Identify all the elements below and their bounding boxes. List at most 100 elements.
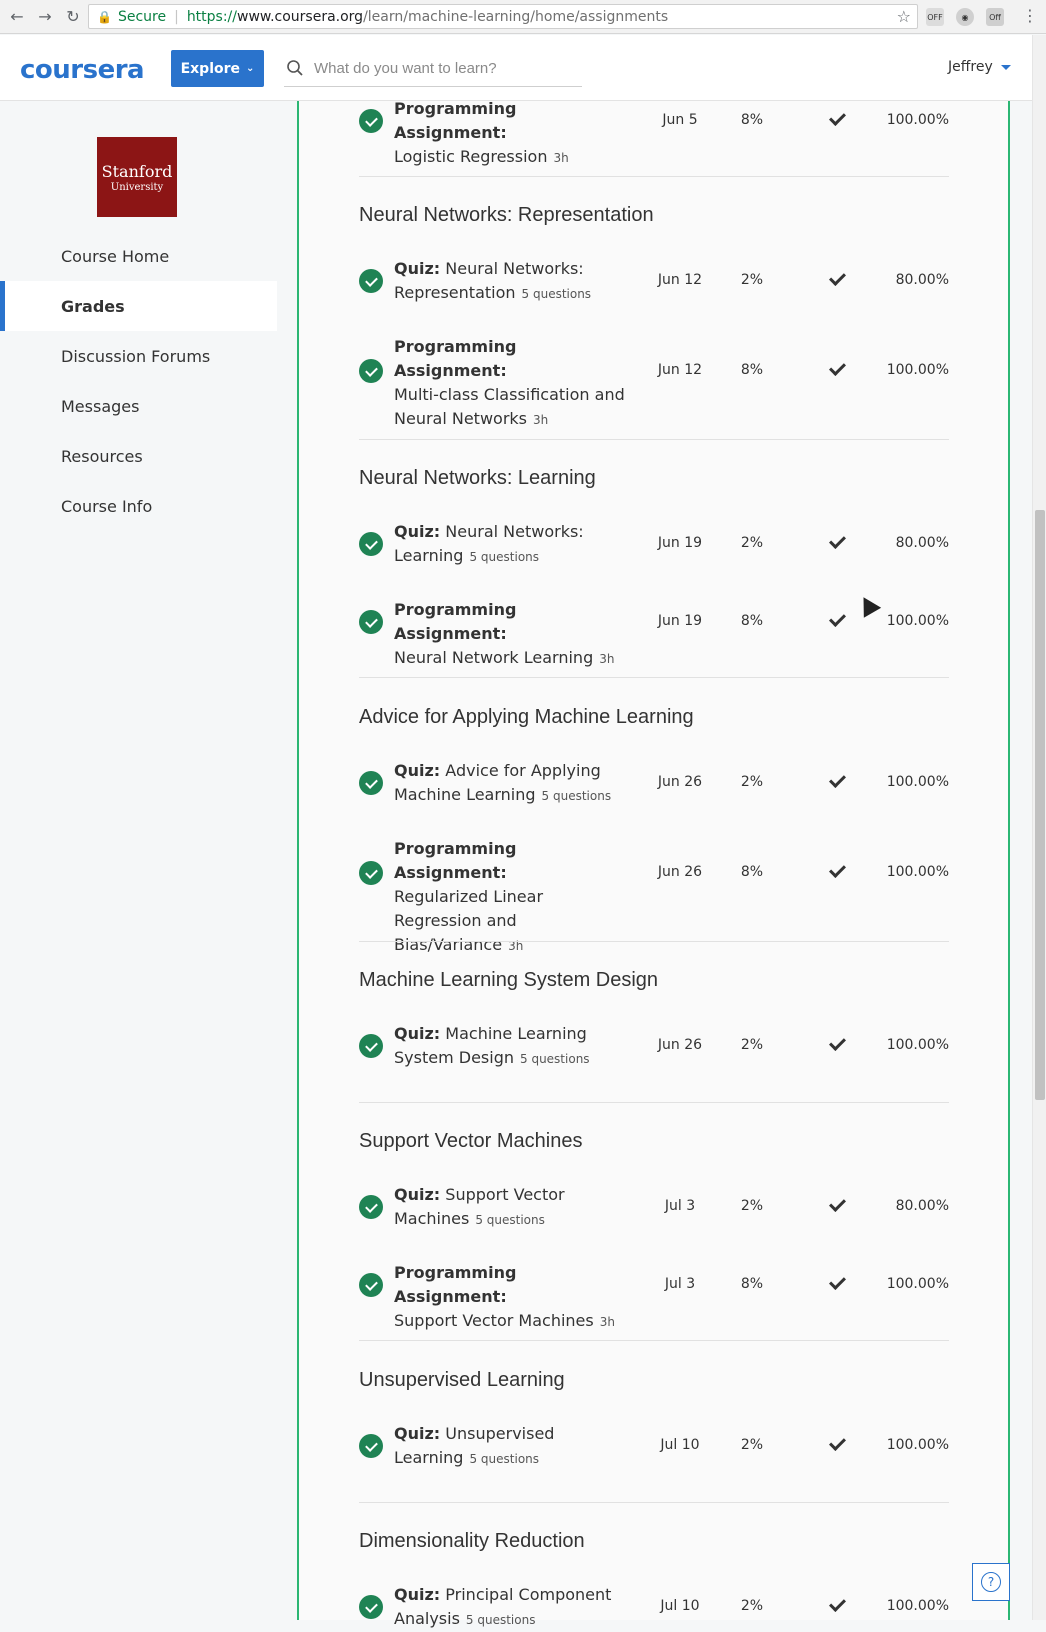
- assignment-meta: 5 questions: [469, 550, 540, 564]
- weight: 2%: [740, 1037, 764, 1053]
- browser-menu-icon[interactable]: ⋮: [1022, 6, 1038, 25]
- grade-score: 100.00%: [886, 1276, 949, 1292]
- passed-check-icon: [827, 1275, 845, 1293]
- assignment-title[interactable]: Programming Assignment: Support Vector Ma…: [394, 1261, 634, 1334]
- sidebar-item-course-home[interactable]: Course Home: [0, 231, 277, 281]
- assignment-type: Quiz:: [394, 761, 441, 780]
- sidebar-item-messages[interactable]: Messages: [0, 381, 277, 431]
- assignment-row[interactable]: Quiz: Support Vector Machines 5 questions…: [359, 1183, 949, 1231]
- weight: 8%: [740, 362, 764, 378]
- passed-check-icon: [827, 773, 845, 791]
- section-divider: [359, 1340, 949, 1341]
- assignment-title[interactable]: Quiz: Advice for Applying Machine Learni…: [394, 759, 634, 808]
- scrollbar-thumb[interactable]: [1035, 510, 1045, 1100]
- assignment-title[interactable]: Programming Assignment: Logistic Regressi…: [394, 97, 634, 170]
- passed-check-icon: [827, 863, 845, 881]
- search-icon: [286, 59, 304, 77]
- sidebar-item-resources[interactable]: Resources: [0, 431, 277, 481]
- section-title: Advice for Applying Machine Learning: [359, 706, 694, 728]
- sidebar-item-course-info[interactable]: Course Info: [0, 481, 277, 531]
- weight: 2%: [740, 1437, 764, 1453]
- assignment-title[interactable]: Programming Assignment: Regularized Linea…: [394, 837, 634, 958]
- due-date: Jul 3: [664, 1276, 696, 1292]
- grade-score: 80.00%: [895, 272, 949, 288]
- weight: 2%: [740, 272, 764, 288]
- assignment-row[interactable]: Quiz: Neural Networks: Learning 5 questio…: [359, 520, 949, 568]
- assignment-title[interactable]: Quiz: Machine Learning System Design 5 qu…: [394, 1022, 604, 1071]
- extension-toggle-icon[interactable]: Off: [986, 8, 1004, 26]
- address-bar[interactable]: 🔒 Secure | https://www.coursera.org/lear…: [88, 4, 918, 29]
- due-date: Jul 3: [664, 1198, 696, 1214]
- due-date: Jul 10: [660, 1437, 700, 1453]
- sidebar-item-grades[interactable]: Grades: [0, 281, 277, 331]
- assignment-row[interactable]: Programming Assignment: Support Vector Ma…: [359, 1261, 949, 1330]
- assignment-title[interactable]: Quiz: Unsupervised Learning 5 questions: [394, 1422, 584, 1471]
- extension-off-icon[interactable]: OFF: [926, 8, 944, 26]
- extension-globe-icon[interactable]: ◉: [956, 8, 974, 26]
- search-input[interactable]: [314, 59, 574, 77]
- coursera-logo[interactable]: coursera: [20, 55, 145, 85]
- due-date: Jul 10: [660, 1598, 700, 1614]
- stanford-logo[interactable]: Stanford University: [97, 137, 177, 217]
- weight: 8%: [740, 613, 764, 629]
- assignment-meta: 3h: [553, 151, 569, 165]
- assignment-title[interactable]: Quiz: Neural Networks: Learning 5 questio…: [394, 520, 584, 569]
- bookmark-star-icon[interactable]: ☆: [897, 7, 911, 26]
- back-arrow-icon[interactable]: ←: [6, 6, 28, 28]
- completed-check-icon: [359, 1595, 383, 1619]
- url-scheme: https://: [186, 8, 237, 25]
- explore-button[interactable]: Explore ⌄: [171, 50, 264, 87]
- page-scrollbar[interactable]: [1032, 35, 1046, 1620]
- assignment-title[interactable]: Quiz: Neural Networks: Representation 5 q…: [394, 257, 634, 306]
- assignment-name: Support Vector Machines: [394, 1311, 594, 1330]
- assignment-row[interactable]: Programming Assignment: Regularized Linea…: [359, 837, 949, 954]
- address-separator: |: [174, 8, 179, 25]
- forward-arrow-icon[interactable]: →: [34, 6, 56, 28]
- assignment-title[interactable]: Quiz: Principal Component Analysis 5 ques…: [394, 1583, 634, 1632]
- completed-check-icon: [359, 1195, 383, 1219]
- section-divider: [359, 176, 949, 177]
- completed-check-icon: [359, 861, 383, 885]
- assignment-type: Quiz:: [394, 1585, 441, 1604]
- weight: 8%: [740, 864, 764, 880]
- help-button[interactable]: ?: [972, 1563, 1010, 1601]
- section-title: Neural Networks: Learning: [359, 467, 596, 489]
- due-date: Jun 12: [657, 362, 703, 378]
- assignment-meta: 5 questions: [469, 1452, 540, 1466]
- weight: 8%: [740, 1276, 764, 1292]
- reload-icon[interactable]: ↻: [62, 6, 84, 28]
- assignment-row[interactable]: Quiz: Neural Networks: Representation 5 q…: [359, 257, 949, 305]
- assignment-title[interactable]: Programming Assignment: Neural Network Le…: [394, 598, 634, 671]
- passed-check-icon: [827, 1597, 845, 1615]
- assignment-name: Multi-class Classification and Neural Ne…: [394, 385, 625, 428]
- completed-check-icon: [359, 1273, 383, 1297]
- assignment-row[interactable]: Quiz: Unsupervised Learning 5 questions J…: [359, 1422, 949, 1470]
- assignment-row[interactable]: Quiz: Principal Component Analysis 5 ques…: [359, 1583, 949, 1631]
- assignment-name: Neural Network Learning: [394, 648, 594, 667]
- assignment-row[interactable]: Programming Assignment: Logistic Regressi…: [359, 97, 949, 166]
- assignment-type: Programming Assignment:: [394, 337, 517, 380]
- assignment-title[interactable]: Quiz: Support Vector Machines 5 questions: [394, 1183, 584, 1232]
- assignment-type: Quiz:: [394, 1424, 441, 1443]
- help-icon: ?: [981, 1572, 1001, 1592]
- assignment-row[interactable]: Programming Assignment: Multi-class Class…: [359, 335, 949, 428]
- url-host: www.coursera.org: [237, 8, 364, 25]
- user-menu[interactable]: Jeffrey: [948, 59, 1011, 75]
- assignment-row[interactable]: Quiz: Machine Learning System Design 5 qu…: [359, 1022, 949, 1070]
- assignment-row[interactable]: Quiz: Advice for Applying Machine Learni…: [359, 759, 949, 807]
- assignment-title[interactable]: Programming Assignment: Multi-class Class…: [394, 335, 634, 432]
- section-title: Machine Learning System Design: [359, 969, 659, 991]
- sidebar-item-discussion-forums[interactable]: Discussion Forums: [0, 331, 277, 381]
- passed-check-icon: [827, 1197, 845, 1215]
- due-date: Jun 19: [657, 535, 703, 551]
- grades-panel: Programming Assignment: Logistic Regressi…: [297, 99, 1010, 1628]
- grade-score: 100.00%: [886, 1037, 949, 1053]
- passed-check-icon: [827, 271, 845, 289]
- section-divider: [359, 677, 949, 678]
- assignment-meta: 5 questions: [475, 1213, 545, 1227]
- weight: 2%: [740, 535, 764, 551]
- due-date: Jun 12: [657, 272, 703, 288]
- secure-label: Secure: [117, 8, 167, 25]
- due-date: Jun 26: [657, 1037, 703, 1053]
- assignment-name: Logistic Regression: [394, 147, 548, 166]
